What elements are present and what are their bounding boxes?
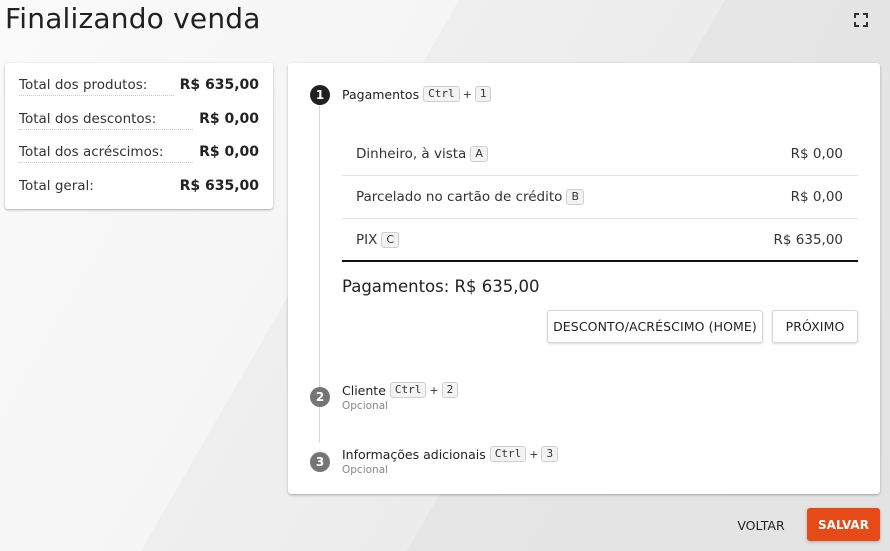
- payment-method-label: PIX: [356, 231, 378, 248]
- summary-row-additions: Total dos acréscimos: R$ 0,00: [19, 140, 259, 174]
- payment-method-credit-card[interactable]: Parcelado no cartão de crédito B R$ 0,00: [342, 176, 858, 219]
- summary-value: R$ 635,00: [179, 177, 259, 194]
- shortcut-key: 2: [441, 382, 459, 398]
- fullscreen-icon: [854, 13, 868, 27]
- shortcut-key: Ctrl: [489, 446, 527, 462]
- step-2-header[interactable]: Cliente Ctrl + 2: [342, 382, 459, 398]
- payment-method-label: Dinheiro, à vista: [356, 146, 467, 162]
- step-3-subtitle: Opcional: [342, 464, 389, 476]
- payment-stepper-card: 1 Pagamentos Ctrl + 1 Dinheiro, à vista …: [288, 63, 880, 494]
- back-button[interactable]: VOLTAR: [729, 510, 793, 540]
- discount-addition-button[interactable]: DESCONTO/ACRÉSCIMO (HOME): [547, 310, 763, 343]
- shortcut-key: C: [381, 231, 400, 248]
- page-title: Finalizando venda: [5, 2, 261, 35]
- summary-value: R$ 0,00: [199, 144, 259, 160]
- payment-method-pix[interactable]: PIX C R$ 635,00: [342, 219, 858, 262]
- step-1-header[interactable]: Pagamentos Ctrl + 1: [342, 86, 492, 102]
- payments-total: Pagamentos: R$ 635,00: [342, 277, 540, 296]
- payment-methods-list: Dinheiro, à vista A R$ 0,00 Parcelado no…: [342, 133, 858, 262]
- payment-method-value: R$ 0,00: [790, 189, 843, 205]
- payment-method-cash[interactable]: Dinheiro, à vista A R$ 0,00: [342, 133, 858, 176]
- step-3-header[interactable]: Informações adicionais Ctrl + 3: [342, 446, 559, 462]
- shortcut-key: B: [566, 189, 584, 205]
- step-1-number[interactable]: 1: [310, 85, 330, 105]
- next-button[interactable]: PRÓXIMO: [772, 310, 858, 343]
- shortcut-key: 1: [474, 86, 492, 102]
- shortcut-plus: +: [462, 87, 472, 101]
- fullscreen-button[interactable]: [854, 13, 868, 27]
- summary-label: Total dos produtos:: [19, 77, 174, 96]
- shortcut-key: 3: [541, 446, 559, 462]
- payment-method-label: Parcelado no cartão de crédito: [356, 189, 563, 205]
- payment-method-value: R$ 0,00: [790, 146, 843, 162]
- step-title: Cliente: [342, 382, 386, 398]
- summary-label: Total dos acréscimos:: [19, 144, 194, 163]
- step-3-number[interactable]: 3: [310, 452, 330, 472]
- step-title: Pagamentos: [342, 86, 420, 102]
- summary-row-products: Total dos produtos: R$ 635,00: [19, 73, 259, 107]
- summary-row-total: Total geral: R$ 635,00: [19, 174, 259, 208]
- shortcut-key: A: [470, 146, 488, 162]
- save-button[interactable]: SALVAR: [807, 508, 880, 541]
- step-title: Informações adicionais: [342, 446, 486, 462]
- summary-label: Total dos descontos:: [19, 111, 194, 130]
- shortcut-plus: +: [429, 383, 439, 397]
- step-2-subtitle: Opcional: [342, 400, 389, 412]
- shortcut-key: Ctrl: [389, 382, 427, 398]
- step-2-number[interactable]: 2: [310, 387, 330, 407]
- shortcut-key: Ctrl: [423, 86, 460, 102]
- summary-card: Total dos produtos: R$ 635,00 Total dos …: [5, 63, 273, 209]
- stepper-connector: [319, 105, 320, 425]
- payment-method-value: R$ 635,00: [773, 231, 844, 248]
- summary-value: R$ 635,00: [179, 77, 259, 93]
- shortcut-plus: +: [529, 447, 539, 461]
- summary-value: R$ 0,00: [199, 110, 259, 127]
- summary-row-discounts: Total dos descontos: R$ 0,00: [19, 107, 259, 141]
- summary-label: Total geral:: [19, 177, 94, 194]
- stepper-connector: [319, 407, 320, 443]
